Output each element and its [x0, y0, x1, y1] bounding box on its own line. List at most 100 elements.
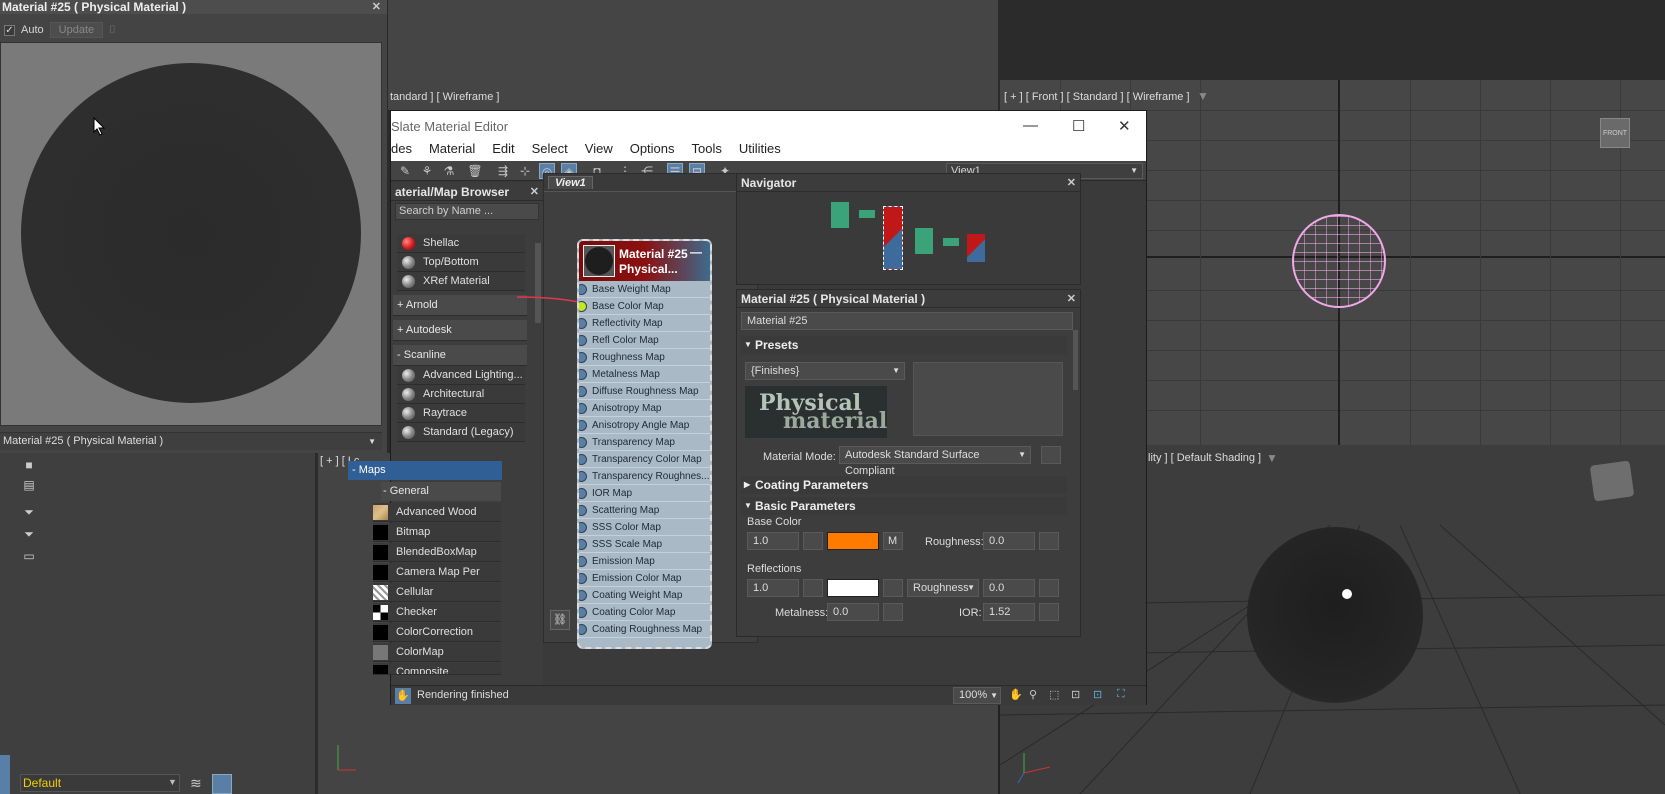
slot-socket-icon[interactable]	[579, 420, 587, 431]
list-item[interactable]: Composite	[373, 663, 501, 675]
slot-socket-icon[interactable]	[579, 301, 587, 312]
tab-view1[interactable]: View1	[548, 176, 593, 189]
node-slot[interactable]: Coating Roughness Map	[579, 621, 710, 638]
menu-tools[interactable]: Tools	[692, 141, 722, 161]
list-item[interactable]: Advanced Wood	[373, 503, 501, 522]
display-icon[interactable]: ▭	[22, 549, 36, 563]
slot-socket-icon[interactable]	[579, 573, 587, 584]
roughness-map-button[interactable]	[1039, 532, 1059, 550]
node-slot[interactable]: IOR Map	[579, 485, 710, 502]
assign-material-icon[interactable]: ⚗	[441, 163, 457, 179]
base-color-swatch[interactable]	[827, 532, 879, 550]
note-icon[interactable]: ▤	[22, 478, 36, 492]
rollout-presets[interactable]: ▼ Presets	[741, 336, 1067, 354]
slot-socket-icon[interactable]	[579, 624, 587, 635]
node-slot[interactable]: Coating Weight Map	[579, 587, 710, 604]
material-name-input[interactable]: Material #25	[741, 312, 1073, 330]
params-close-icon[interactable]: ✕	[1067, 290, 1076, 308]
slot-socket-icon[interactable]	[579, 318, 587, 329]
node-slot[interactable]: Emission Map	[579, 553, 710, 570]
zoom-extents-icon[interactable]: ⊡	[1071, 688, 1080, 701]
group-scanline[interactable]: - Scanline	[393, 345, 527, 366]
zoom-selected-icon[interactable]: ⊡	[1093, 688, 1102, 701]
node-slot[interactable]: Transparency Map	[579, 434, 710, 451]
filter-icon-2[interactable]: ⏷	[22, 527, 36, 541]
slot-socket-icon[interactable]	[579, 471, 587, 482]
layer-dropdown-icon[interactable]: ▼	[168, 777, 177, 787]
ior-map-button[interactable]	[1039, 603, 1059, 621]
base-weight-spinner[interactable]: 1.0	[747, 532, 799, 550]
lock-icon[interactable]: ⌷	[109, 24, 116, 37]
navigator-panel[interactable]: Navigator ✕	[736, 173, 1081, 285]
menu-modes[interactable]: des	[391, 141, 412, 161]
list-item[interactable]: XRef Material	[397, 272, 525, 291]
slot-socket-icon[interactable]	[579, 607, 587, 618]
node-slot[interactable]: Coating Color Map	[579, 604, 710, 621]
auto-checkbox[interactable]: ✓	[4, 24, 15, 36]
navigator-area[interactable]	[737, 192, 1080, 284]
node-slot[interactable]: Anisotropy Angle Map	[579, 417, 710, 434]
refl-weight-map-button[interactable]	[803, 579, 823, 597]
list-item[interactable]: Advanced Lighting...	[397, 366, 525, 385]
slate-titlebar[interactable]: Slate Material Editor — ☐ ✕ des Material…	[391, 111, 1146, 161]
browser-close-icon[interactable]: ✕	[530, 183, 539, 201]
node-slot[interactable]: Transparency Roughnes...	[579, 468, 710, 485]
viewcube-icon[interactable]: FRONT	[1600, 118, 1630, 148]
slot-socket-icon[interactable]	[579, 556, 587, 567]
group-arnold[interactable]: + Arnold	[393, 295, 527, 316]
slot-socket-icon[interactable]	[579, 539, 587, 550]
slate-material-editor[interactable]: Slate Material Editor — ☐ ✕ des Material…	[390, 110, 1147, 705]
perspective-viewcube-icon[interactable]	[1589, 460, 1635, 502]
node-slot[interactable]: Base Weight Map	[579, 281, 710, 298]
node-slot[interactable]: Emission Color Map	[579, 570, 710, 587]
browser-search-input[interactable]: Search by Name ...	[395, 203, 539, 220]
menu-edit[interactable]: Edit	[492, 141, 514, 161]
material-preview-window[interactable]: Material #25 ( Physical Material ) ✕ ✓ A…	[0, 0, 388, 453]
perspective-filter-icon[interactable]: ▼	[1266, 451, 1278, 465]
base-weight-map-button[interactable]	[803, 532, 823, 550]
navigation-icon[interactable]: ⛓	[550, 610, 570, 630]
slot-socket-icon[interactable]	[579, 369, 587, 380]
filter-clear-icon[interactable]: ⏷	[22, 505, 36, 519]
slot-socket-icon[interactable]	[579, 386, 587, 397]
node-slot[interactable]: SSS Scale Map	[579, 536, 710, 553]
rollout-basic[interactable]: ▼ Basic Parameters	[741, 497, 1067, 515]
hand-icon[interactable]: ✋	[395, 688, 411, 704]
list-item[interactable]: Standard (Legacy)	[397, 423, 525, 442]
slot-socket-icon[interactable]	[579, 488, 587, 499]
front-viewport-label[interactable]: [ + ] [ Front ] [ Standard ] [ Wireframe…	[1004, 91, 1190, 103]
layer-field[interactable]: Default	[20, 774, 180, 792]
delete-icon[interactable]: 🗑	[467, 163, 483, 179]
glossy-sphere[interactable]	[1247, 527, 1423, 703]
maximize-icon[interactable]: ☐	[1072, 117, 1085, 135]
menu-options[interactable]: Options	[630, 141, 675, 161]
params-scrollbar[interactable]	[1073, 330, 1078, 390]
preview-area[interactable]	[0, 42, 382, 426]
slot-socket-icon[interactable]	[579, 284, 587, 295]
general-group[interactable]: - General	[381, 482, 501, 501]
preview-material-select[interactable]: Material #25 ( Physical Material ) ▼	[0, 432, 382, 450]
refl-weight-spinner[interactable]: 1.0	[747, 579, 799, 597]
node-slot[interactable]: Base Color Map	[579, 298, 710, 315]
slot-socket-icon[interactable]	[579, 522, 587, 533]
perspective-viewport-label[interactable]: lity ] [ Default Shading ]	[1148, 452, 1261, 464]
layers-icon[interactable]: ≋	[190, 775, 202, 792]
close-icon[interactable]: ✕	[372, 0, 381, 14]
node-slot[interactable]: Anisotropy Map	[579, 400, 710, 417]
list-item[interactable]: Cellular	[373, 583, 501, 602]
ior-spinner[interactable]: 1.52	[983, 603, 1035, 621]
pan-icon[interactable]: ✋	[1009, 688, 1023, 701]
update-button[interactable]: Update	[49, 22, 104, 38]
metalness-map-button[interactable]	[883, 603, 903, 621]
navigator-close-icon[interactable]: ✕	[1067, 174, 1076, 192]
finishes-dropdown[interactable]: {Finishes} ▼	[745, 362, 905, 380]
menu-utilities[interactable]: Utilities	[739, 141, 781, 161]
refl-color-swatch[interactable]	[827, 579, 879, 597]
filter-icon[interactable]: ▼	[1197, 89, 1209, 103]
layer-explorer-icon[interactable]	[212, 774, 232, 794]
slot-socket-icon[interactable]	[579, 352, 587, 363]
zoom-region-icon[interactable]: ⬚	[1049, 688, 1059, 701]
eyedropper-icon[interactable]: ✎	[397, 163, 413, 179]
menu-material[interactable]: Material	[429, 141, 475, 161]
slot-socket-icon[interactable]	[579, 437, 587, 448]
